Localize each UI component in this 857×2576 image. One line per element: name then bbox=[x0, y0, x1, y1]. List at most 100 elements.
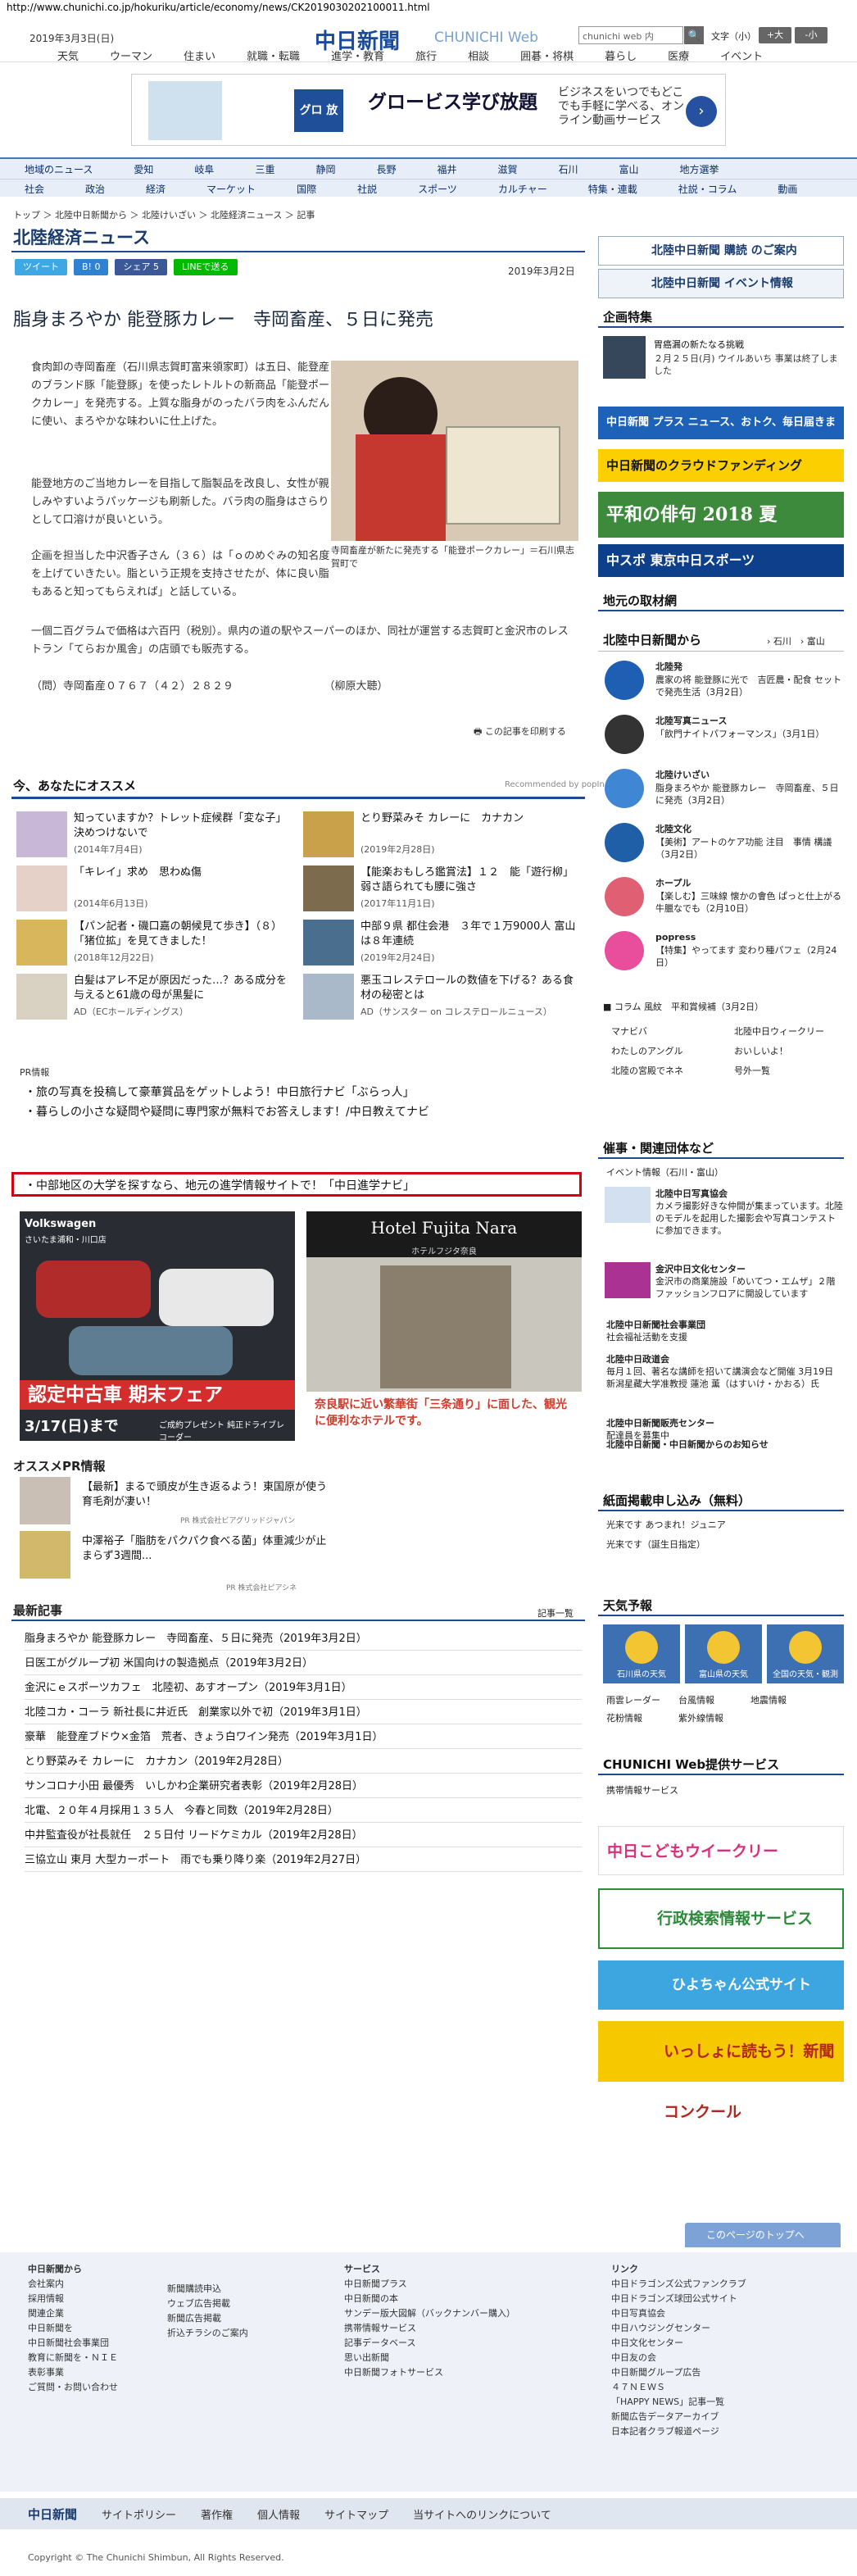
mini-link[interactable]: おいしいよ！ bbox=[734, 1044, 788, 1057]
section-nav-item[interactable]: 地域のニュース bbox=[25, 162, 93, 176]
gnav-item[interactable]: 進学・教育 bbox=[331, 48, 384, 67]
footer-link[interactable]: 中日新聞フォトサービス bbox=[344, 2365, 515, 2380]
page-top-link[interactable]: このページのトップへ bbox=[685, 2223, 841, 2247]
weather-link[interactable]: 台風情報 bbox=[678, 1693, 714, 1706]
from-item-text[interactable]: 【美術】アートのケア功能 注目 事情 構議（3月2日） bbox=[655, 836, 844, 861]
line-button[interactable]: LINEで送る bbox=[173, 259, 238, 275]
recommend-thumb[interactable] bbox=[16, 811, 67, 857]
from-item-label[interactable]: 北陸写真ニュース bbox=[655, 715, 844, 727]
section-nav-item[interactable]: 静岡 bbox=[315, 162, 335, 176]
section-nav-item[interactable]: マーケット bbox=[206, 182, 256, 196]
latest-item[interactable]: 北電、２０年４月採用１３５人 今春と同数（2019年2月28日） bbox=[25, 1800, 582, 1823]
ospr-thumb-2[interactable] bbox=[20, 1531, 70, 1579]
chuspo-banner[interactable]: 中スポ 東京中日スポーツ bbox=[598, 544, 844, 577]
recommend-title[interactable]: 知っていますか？トレット症候群「変な子」決めつけないで bbox=[74, 811, 295, 841]
from-item-label[interactable]: 北陸文化 bbox=[655, 823, 844, 835]
from-item-icon[interactable] bbox=[605, 769, 644, 808]
from-item-text[interactable]: 脂身まろやか 能登豚カレー 寺岡畜産、５日に発売（3月2日） bbox=[655, 782, 844, 806]
recommend-item[interactable]: 悪玉コレステロールの数値を下げる？ある食材の秘密とは AD（サンスター on コレ… bbox=[303, 974, 582, 1021]
footer-link[interactable]: 中日ハウジングセンター bbox=[611, 2321, 746, 2336]
recommend-item[interactable]: 白髪はアレ不足が原因だった…？ある成分を与えると61歳の母が黒髪に AD（ECホー… bbox=[16, 974, 295, 1021]
mini-link[interactable]: 北陸中日ウィークリー bbox=[734, 1024, 824, 1038]
gnav-item[interactable]: 住まい bbox=[184, 48, 215, 67]
shimen-link-2[interactable]: 光来です（誕生日指定） bbox=[606, 1538, 705, 1551]
section-nav-item[interactable]: 長野 bbox=[376, 162, 396, 176]
ospr-title-2[interactable]: 中澤裕子「脂肪をパクパク食べる菌」体重減少が止まらず3週間... bbox=[82, 1534, 328, 1564]
footer-bottom-link[interactable]: サイトポリシー bbox=[102, 2506, 176, 2522]
subscribe-button[interactable]: 北陸中日新聞 購読 のご案内 bbox=[598, 236, 844, 266]
footer-link[interactable]: 教育に新聞を・ＮＩＥ bbox=[28, 2351, 118, 2365]
latest-item[interactable]: 脂身まろやか 能登豚カレー 寺岡畜産、５日に発売（2019年3月2日） bbox=[25, 1628, 582, 1651]
recommend-thumb[interactable] bbox=[16, 974, 67, 1020]
jigyo-label[interactable]: 金沢中日文化センター bbox=[655, 1262, 844, 1275]
footer-link[interactable]: 中日新聞グループ広告 bbox=[611, 2365, 746, 2380]
section-nav-item[interactable]: 動画 bbox=[778, 182, 797, 196]
section-nav-item[interactable]: 岐阜 bbox=[194, 162, 214, 176]
ospr-thumb-1[interactable] bbox=[20, 1477, 70, 1524]
from-item-icon[interactable] bbox=[605, 661, 644, 700]
footer-link[interactable]: 携帯情報サービス bbox=[344, 2321, 515, 2336]
recommend-thumb[interactable] bbox=[303, 974, 354, 1020]
from-item-label[interactable]: popress bbox=[655, 931, 844, 943]
crowdfunding-banner[interactable]: 中日新聞のクラウドファンディング bbox=[598, 449, 844, 482]
address-bar[interactable]: http://www.chunichi.co.jp/hokuriku/artic… bbox=[0, 0, 857, 16]
weather-tile[interactable]: 石川県の天気 bbox=[603, 1624, 680, 1683]
section-nav-item[interactable]: 滋賀 bbox=[498, 162, 518, 176]
kikaku-title[interactable]: 胃癌漏の新たなる挑戦 bbox=[654, 338, 744, 351]
font-up-button[interactable]: +大 bbox=[759, 27, 791, 43]
section-nav-item[interactable]: 社会 bbox=[25, 182, 44, 196]
recommend-provider[interactable]: Recommended by popIn bbox=[505, 780, 605, 789]
jigyo-icon[interactable] bbox=[605, 1187, 651, 1223]
recommend-thumb[interactable] bbox=[303, 811, 354, 857]
footer-link[interactable]: 新聞購読申込 bbox=[167, 2282, 248, 2297]
search-input[interactable]: chunichi web 内 bbox=[578, 26, 683, 44]
latest-item[interactable]: 金沢にｅスポーツカフェ 北陸初、あすオープン（2019年3月1日） bbox=[25, 1677, 582, 1700]
weather-tile[interactable]: 富山県の天気 bbox=[685, 1624, 762, 1683]
from-item-icon[interactable] bbox=[605, 931, 644, 970]
footer-link[interactable]: 日本記者クラブ報道ページ bbox=[611, 2424, 746, 2439]
weather-link[interactable]: 雨雲レーダー bbox=[606, 1693, 660, 1706]
kikaku-thumb[interactable] bbox=[603, 336, 646, 379]
gnav-item[interactable]: 天気 bbox=[57, 48, 79, 67]
latest-item[interactable]: サンコロナ小田 最優秀 いしかわ企業研究者表彰（2019年2月28日） bbox=[25, 1775, 582, 1798]
footer-bottom-link[interactable]: 当サイトへのリンクについて bbox=[413, 2506, 551, 2522]
gnav-item[interactable]: 就職・転職 bbox=[247, 48, 300, 67]
footer-link[interactable]: 中日ドラゴンズ公式ファンクラブ bbox=[611, 2277, 746, 2292]
section-nav-item[interactable]: 国際 bbox=[297, 182, 316, 196]
recommend-item[interactable]: 【パン記者・磯口嘉の朝候見て歩き】（８） 「猪位拡」を見てきました！ (2018年… bbox=[16, 920, 295, 967]
from-item-icon[interactable] bbox=[605, 877, 644, 916]
jigyo-icon[interactable] bbox=[605, 1262, 651, 1298]
event-info-button[interactable]: 北陸中日新聞 イベント情報 bbox=[598, 269, 844, 298]
tweet-button[interactable]: ツイート bbox=[15, 259, 67, 275]
chunichi-plus-banner[interactable]: 中日新聞 プラス ニュース、おトク、毎日届きます bbox=[598, 407, 844, 461]
weather-link[interactable]: 地震情報 bbox=[750, 1693, 787, 1706]
footer-link[interactable]: ４７ＮＥＷＳ bbox=[611, 2380, 746, 2395]
heiwa-haiku-banner[interactable]: 平和の俳句 2018 夏 bbox=[598, 492, 844, 538]
from-item-text[interactable]: 「飲門ナイトパフォーマンス」（3月1日） bbox=[655, 728, 844, 740]
footer-link[interactable]: 記事データベース bbox=[344, 2336, 515, 2351]
footer-link[interactable]: 中日新聞を bbox=[28, 2321, 118, 2336]
jigyo-label[interactable]: 北陸中日政道会 bbox=[606, 1352, 844, 1365]
footer-link[interactable]: サンデー版大図解（バックナンバー購入） bbox=[344, 2306, 515, 2321]
recommend-title[interactable]: 【パン記者・磯口嘉の朝候見て歩き】（８） 「猪位拡」を見てきました！ bbox=[74, 920, 295, 949]
facebook-share-button[interactable]: シェア 5 bbox=[115, 259, 167, 275]
gnav-item[interactable]: イベント bbox=[720, 48, 763, 67]
footer-bottom-link[interactable]: サイトマップ bbox=[324, 2506, 388, 2522]
jigyo-label[interactable]: 北陸中日写真協会 bbox=[655, 1187, 844, 1200]
footer-link[interactable]: 中日新聞プラス bbox=[344, 2277, 515, 2292]
jigyo-label[interactable]: 北陸中日新聞社会事業団 bbox=[606, 1318, 844, 1331]
weather-tile-label[interactable]: 石川県の天気 bbox=[603, 1667, 680, 1679]
footer-link[interactable]: ご質問・お問い合わせ bbox=[28, 2380, 118, 2395]
gnav-item[interactable]: 囲碁・将棋 bbox=[520, 48, 574, 67]
footer-bottom-link[interactable]: 著作権 bbox=[201, 2506, 233, 2522]
article-photo[interactable] bbox=[331, 361, 578, 541]
hiyo-banner[interactable]: ひよちゃん公式サイト bbox=[598, 1960, 844, 2010]
vw-ad[interactable]: Volkswagen さいたま浦和・川口店 認定中古車 期末フェア 3/17(日… bbox=[20, 1211, 295, 1441]
kodomo-weekly-banner[interactable]: 中日こどもウイークリー bbox=[598, 1826, 844, 1875]
site-logo-sub[interactable]: CHUNICHI Web bbox=[434, 30, 538, 46]
gnav-item[interactable]: 相談 bbox=[468, 48, 489, 67]
ad-banner[interactable]: グロ 放題 グロービス学び放題 ビジネスをいつでもどこでも手軽に学べる、オンライ… bbox=[131, 74, 726, 160]
search-icon[interactable]: 🔍 bbox=[684, 26, 704, 44]
weather-link[interactable]: 花粉情報 bbox=[606, 1711, 642, 1724]
latest-item[interactable]: とり野菜みそ カレーに カナカン（2019年2月28日） bbox=[25, 1751, 582, 1774]
